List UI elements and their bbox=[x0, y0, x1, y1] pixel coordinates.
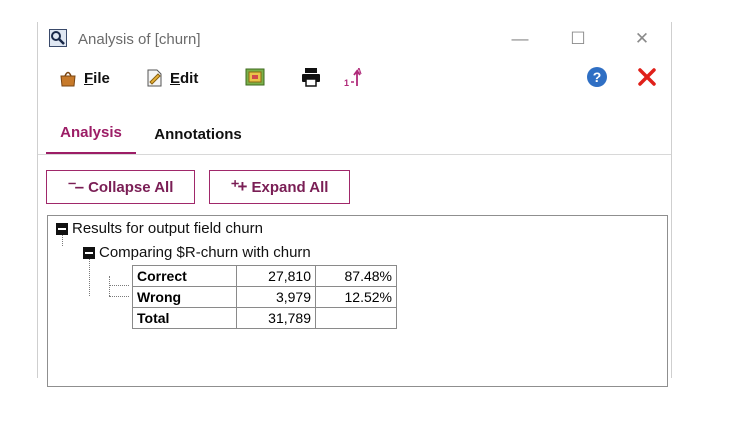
table-row: Wrong 3,979 12.52% bbox=[132, 286, 397, 308]
expand-icon: ⁺+ bbox=[230, 177, 248, 196]
file-menu-mnemonic: F bbox=[84, 69, 94, 87]
svg-text:1: 1 bbox=[344, 78, 349, 88]
sort-icon[interactable]: 1 A bbox=[344, 66, 366, 88]
export-icon[interactable] bbox=[244, 66, 266, 88]
row-label: Correct bbox=[132, 265, 237, 287]
tree-connector bbox=[109, 296, 129, 297]
close-red-icon[interactable] bbox=[636, 66, 658, 88]
magnifier-app-icon bbox=[49, 29, 67, 47]
edit-menu-label: dit bbox=[180, 69, 199, 87]
svg-text:?: ? bbox=[593, 69, 602, 85]
results-table: Correct 27,810 87.48% Wrong 3,979 12.52%… bbox=[132, 265, 397, 329]
row-count: 31,789 bbox=[236, 307, 316, 329]
minimize-button[interactable]: — bbox=[508, 28, 532, 50]
collapse-node-icon[interactable] bbox=[56, 222, 68, 235]
row-percent: 87.48% bbox=[315, 265, 397, 287]
expand-all-button[interactable]: ⁺+ Expand All bbox=[209, 170, 350, 204]
analysis-window: Analysis of [churn] — ☐ ✕ File Edit 1 A … bbox=[37, 22, 672, 387]
table-row: Correct 27,810 87.48% bbox=[132, 265, 397, 287]
collapse-all-button[interactable]: ⁻– Collapse All bbox=[46, 170, 195, 204]
svg-text:A: A bbox=[356, 67, 362, 76]
menu-bar: File Edit 1 A ? bbox=[38, 58, 671, 98]
window-title: Analysis of [churn] bbox=[78, 31, 201, 48]
collapse-node-icon[interactable] bbox=[83, 246, 95, 259]
row-percent: 12.52% bbox=[315, 286, 397, 308]
title-bar: Analysis of [churn] — ☐ ✕ bbox=[38, 22, 671, 58]
file-bag-icon bbox=[60, 71, 76, 87]
window-close-button[interactable]: ✕ bbox=[630, 28, 654, 50]
help-icon[interactable]: ? bbox=[586, 66, 608, 88]
row-count: 27,810 bbox=[236, 265, 316, 287]
print-icon[interactable] bbox=[300, 66, 322, 88]
row-label: Wrong bbox=[132, 286, 237, 308]
root-node-label: Results for output field churn bbox=[72, 220, 263, 237]
results-tree: Results for output field churn Comparing… bbox=[47, 215, 668, 387]
edit-menu-mnemonic: E bbox=[170, 69, 181, 87]
tree-connector bbox=[109, 276, 110, 296]
table-row: Total 31,789 bbox=[132, 307, 397, 329]
tree-connector bbox=[109, 285, 129, 286]
comparison-node-label: Comparing $R-churn with churn bbox=[99, 244, 311, 261]
tree-node-root: Results for output field churn bbox=[56, 220, 263, 237]
tree-connector bbox=[89, 258, 90, 296]
edit-menu[interactable]: Edit bbox=[144, 66, 198, 90]
tab-bar: Analysis Annotations bbox=[38, 118, 671, 155]
maximize-button[interactable]: ☐ bbox=[566, 28, 590, 50]
tab-annotations[interactable]: Annotations bbox=[150, 118, 246, 152]
collapse-all-label: Collapse All bbox=[88, 178, 174, 196]
collapse-icon: ⁻– bbox=[67, 177, 85, 196]
row-label: Total bbox=[132, 307, 237, 329]
tree-node-comparison: Comparing $R-churn with churn bbox=[83, 244, 311, 261]
file-menu-label: ile bbox=[93, 69, 110, 87]
file-menu[interactable]: File bbox=[58, 66, 110, 90]
row-percent bbox=[315, 307, 397, 329]
edit-page-icon bbox=[147, 69, 162, 87]
tab-analysis[interactable]: Analysis bbox=[46, 118, 136, 154]
row-count: 3,979 bbox=[236, 286, 316, 308]
expand-all-label: Expand All bbox=[251, 178, 329, 196]
